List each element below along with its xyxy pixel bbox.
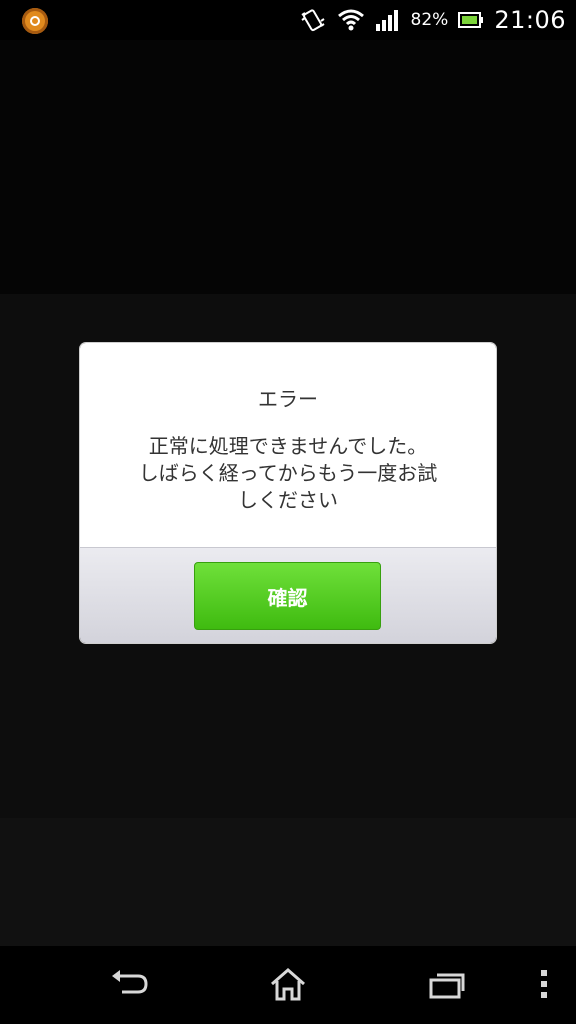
dialog-title: エラー	[258, 387, 318, 411]
menu-icon	[539, 968, 549, 1004]
back-button[interactable]	[104, 964, 154, 1008]
confirm-button[interactable]: 確認	[194, 562, 381, 630]
background-band-1	[0, 40, 576, 294]
dialog-footer: 確認	[80, 547, 496, 643]
status-icons: 82% 21:06	[299, 0, 566, 40]
dialog-message: 正常に処理できませんでした。 しばらく経ってからもう一度お試 しください	[138, 434, 438, 512]
battery-icon	[458, 11, 484, 29]
back-icon	[108, 968, 150, 1004]
recent-apps-button[interactable]	[422, 964, 472, 1008]
recent-apps-icon	[427, 968, 467, 1004]
battery-percent: 82%	[410, 10, 449, 30]
vibrate-icon	[299, 7, 327, 33]
status-bar: 82% 21:06	[0, 0, 576, 40]
clock: 21:06	[494, 6, 566, 34]
signal-icon	[375, 8, 401, 32]
app-notification-icon	[22, 8, 48, 34]
dialog-body: エラー 正常に処理できませんでした。 しばらく経ってからもう一度お試 しください	[80, 343, 496, 547]
menu-button[interactable]	[519, 964, 569, 1008]
background-band-4	[0, 818, 576, 946]
home-icon	[268, 966, 308, 1006]
home-button[interactable]	[263, 964, 313, 1008]
navigation-bar	[0, 946, 576, 1024]
wifi-icon	[337, 8, 365, 32]
error-dialog: エラー 正常に処理できませんでした。 しばらく経ってからもう一度お試 しください…	[80, 343, 496, 643]
